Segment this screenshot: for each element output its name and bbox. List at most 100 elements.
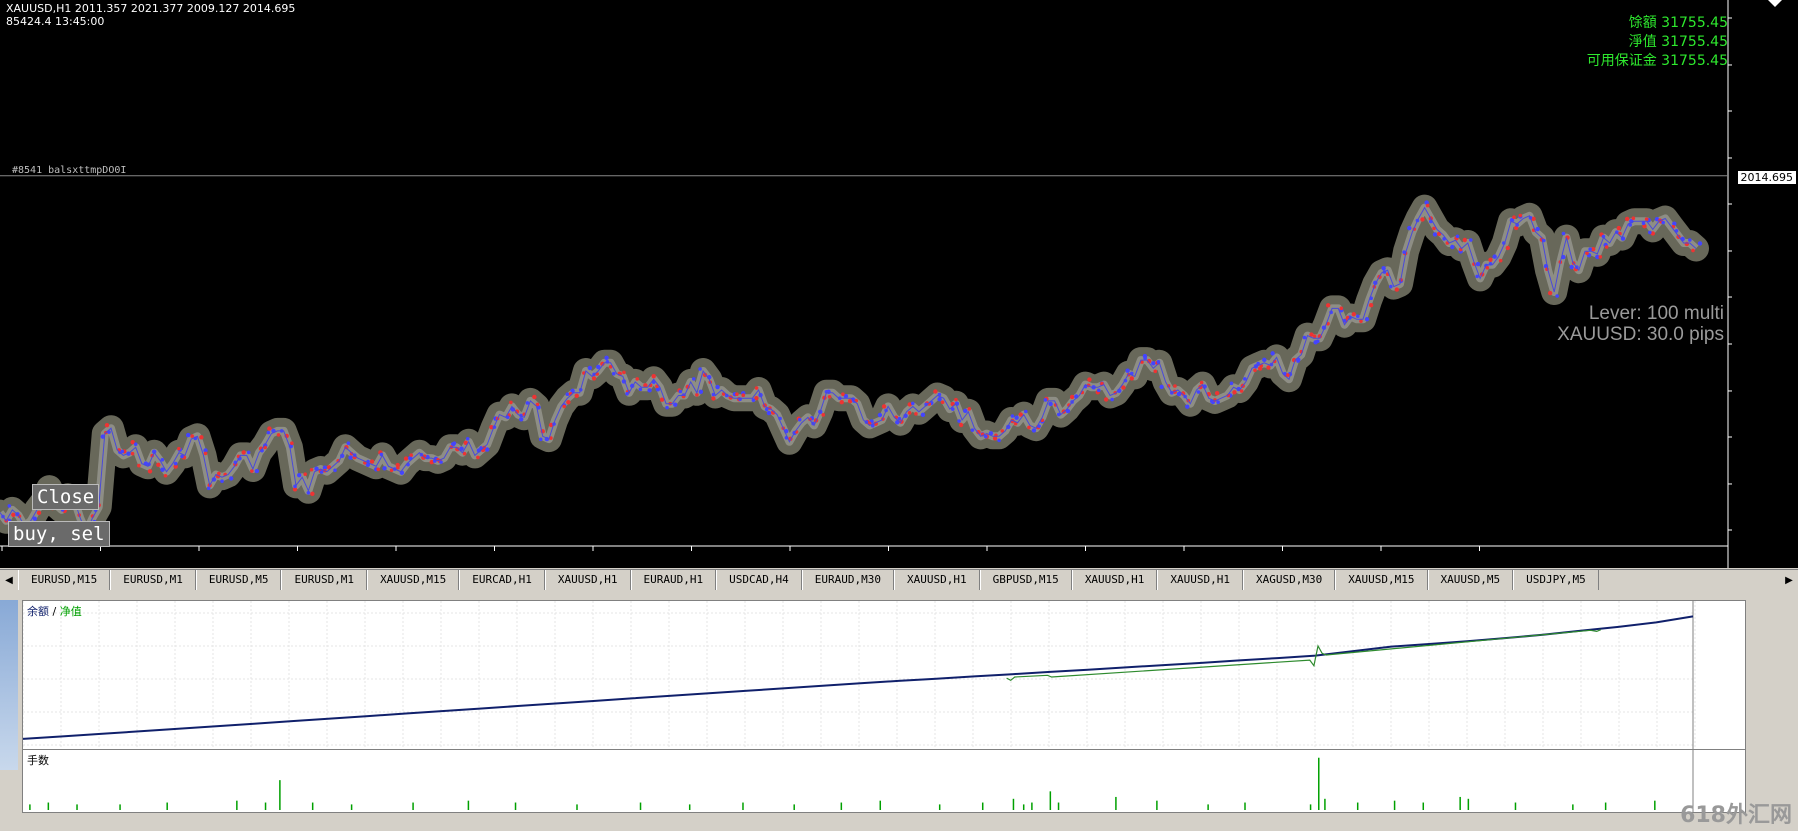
trade-marker bbox=[160, 458, 165, 462]
trade-marker bbox=[1381, 266, 1386, 271]
chart-tab[interactable]: EURAUD,H1 bbox=[630, 570, 717, 590]
trade-marker bbox=[715, 384, 720, 390]
trade-marker bbox=[1339, 306, 1344, 311]
chart-tab[interactable]: XAUUSD,H1 bbox=[1071, 570, 1158, 590]
lever-label: Lever: 100 multi bbox=[1588, 303, 1724, 324]
trade-marker bbox=[130, 451, 135, 456]
trade-marker bbox=[574, 393, 579, 398]
trade-marker bbox=[173, 461, 178, 466]
equity-chart: 余额 / 净值 bbox=[22, 600, 1746, 750]
chart-tab[interactable]: EURUSD,M1 bbox=[110, 570, 196, 590]
trade-marker bbox=[920, 412, 926, 418]
volume-bar bbox=[1572, 804, 1574, 810]
price-chart-canvas bbox=[0, 0, 1732, 568]
balance-label: 馀額 31755.45 bbox=[1628, 15, 1728, 31]
trade-marker bbox=[199, 435, 204, 440]
trade-marker bbox=[827, 394, 832, 399]
volume-bar bbox=[1022, 804, 1025, 810]
volume-bar bbox=[1514, 802, 1517, 810]
chart-tab[interactable]: EURUSD,M5 bbox=[195, 570, 282, 590]
trade-marker bbox=[1253, 368, 1257, 373]
chart-tab[interactable]: XAUUSD,H1 bbox=[544, 570, 631, 590]
trade-marker bbox=[185, 432, 191, 438]
order-line-label: #8541 balsxttmpDO0I bbox=[12, 165, 127, 176]
trade-marker bbox=[376, 467, 381, 472]
trade-marker bbox=[532, 394, 537, 400]
trade-marker bbox=[1407, 225, 1412, 231]
trade-marker bbox=[382, 466, 387, 471]
volume-bar bbox=[1318, 757, 1320, 810]
chart-shift-marker-icon[interactable] bbox=[1768, 0, 1782, 7]
tab-scroll-right-icon[interactable]: ▶ bbox=[1780, 570, 1798, 592]
volume-bar bbox=[412, 802, 414, 810]
volume-bar bbox=[688, 804, 691, 810]
trade-marker bbox=[1475, 261, 1481, 267]
trade-marker bbox=[1661, 220, 1665, 225]
trade-marker bbox=[147, 469, 153, 474]
chart-tab[interactable]: USDJPY,M5 bbox=[1513, 570, 1599, 590]
trade-marker bbox=[963, 408, 968, 414]
volume-bar bbox=[264, 802, 267, 810]
trade-marker bbox=[877, 412, 883, 418]
trade-marker bbox=[7, 504, 12, 508]
backtest-graph-panel: 余额 / 净值 手数 618外汇网 bbox=[0, 592, 1798, 831]
volume-bar bbox=[1324, 798, 1326, 810]
trade-marker bbox=[1173, 384, 1177, 388]
chart-tab[interactable]: XAUUSD,H1 bbox=[893, 570, 980, 590]
trade-marker bbox=[937, 397, 942, 402]
trade-marker bbox=[137, 463, 141, 468]
chart-tab[interactable]: EURUSD,M15 bbox=[18, 570, 111, 590]
chart-tab[interactable]: EURCAD,H1 bbox=[459, 570, 545, 590]
trade-marker bbox=[665, 405, 669, 410]
trade-marker bbox=[841, 392, 845, 397]
close-button[interactable]: Close bbox=[32, 484, 100, 510]
trade-marker bbox=[1351, 312, 1357, 317]
trade-marker bbox=[826, 389, 831, 394]
trade-marker bbox=[1153, 369, 1158, 374]
trade-cluster-core bbox=[0, 203, 1699, 536]
trade-marker bbox=[389, 468, 394, 473]
trade-marker bbox=[897, 416, 902, 421]
trade-marker bbox=[1048, 401, 1053, 407]
chart-tab[interactable]: EURAUD,M30 bbox=[801, 570, 894, 590]
trade-marker bbox=[163, 473, 168, 478]
trade-marker bbox=[1585, 251, 1589, 255]
chart-tab[interactable]: XAUUSD,M15 bbox=[367, 570, 460, 590]
volume-bar bbox=[938, 804, 941, 810]
buy-sell-button[interactable]: buy, sel bbox=[8, 521, 110, 547]
trade-marker bbox=[241, 450, 246, 455]
trade-marker bbox=[1604, 245, 1609, 249]
chart-tab[interactable]: XAUUSD,M5 bbox=[1427, 570, 1514, 590]
trade-marker bbox=[997, 438, 1001, 443]
trade-marker bbox=[1232, 390, 1237, 395]
trade-marker bbox=[1688, 238, 1692, 242]
chart-tab[interactable]: XAGUSD,M30 bbox=[1243, 570, 1336, 590]
trade-marker bbox=[1087, 377, 1092, 382]
price-chart[interactable]: XAUUSD,H1 2011.357 2021.377 2009.127 201… bbox=[0, 0, 1798, 568]
volume-label: 手数 bbox=[27, 754, 49, 767]
trade-marker bbox=[741, 393, 746, 398]
trade-marker bbox=[1110, 397, 1114, 402]
tab-scroll-left-icon[interactable]: ◀ bbox=[0, 570, 18, 592]
trade-marker bbox=[1325, 303, 1331, 308]
trade-marker bbox=[104, 422, 110, 428]
trade-marker bbox=[940, 400, 945, 405]
trade-marker bbox=[220, 479, 224, 483]
trade-marker bbox=[319, 470, 324, 474]
chart-tab[interactable]: GBPUSD,M15 bbox=[979, 570, 1072, 590]
chart-tab[interactable]: XAUUSD,H1 bbox=[1157, 570, 1244, 590]
trade-marker bbox=[1697, 241, 1703, 246]
trade-marker bbox=[1598, 255, 1603, 259]
chart-tab[interactable]: XAUUSD,M15 bbox=[1335, 570, 1428, 590]
trade-marker bbox=[1159, 384, 1164, 390]
trade-marker bbox=[369, 459, 375, 464]
trade-marker bbox=[1315, 339, 1320, 344]
trade-marker bbox=[476, 455, 480, 460]
chart-tab[interactable]: USDCAD,H4 bbox=[716, 570, 802, 590]
equity-chart-canvas bbox=[22, 601, 1696, 749]
trade-marker bbox=[1691, 248, 1695, 253]
trade-marker bbox=[1069, 394, 1075, 400]
trade-marker bbox=[156, 462, 161, 468]
chart-tab[interactable]: EURUSD,M1 bbox=[281, 570, 368, 590]
trade-marker bbox=[1302, 335, 1307, 340]
